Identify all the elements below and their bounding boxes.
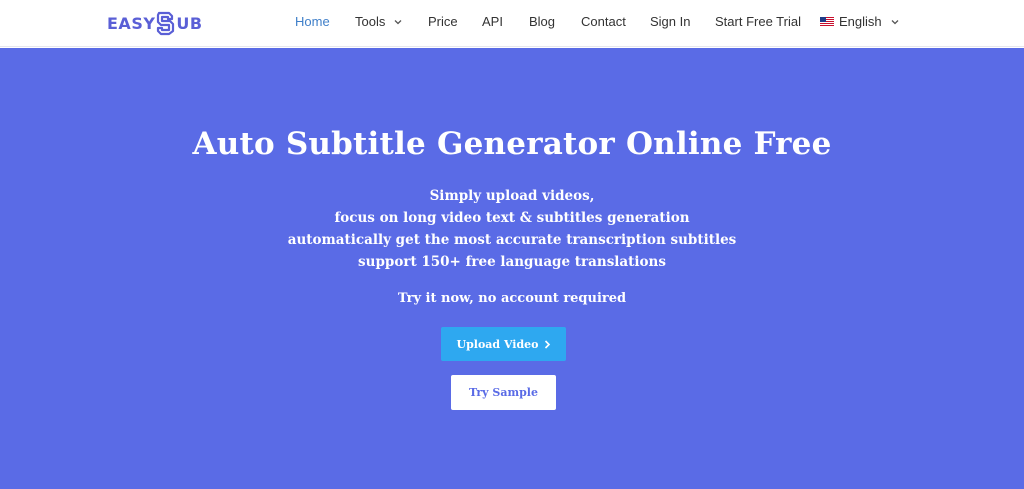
language-label: English — [839, 14, 882, 29]
nav-tools[interactable]: Tools — [355, 14, 403, 29]
nav-start-free-trial[interactable]: Start Free Trial — [715, 14, 801, 29]
nav-price-label: Price — [428, 14, 458, 29]
chevron-down-icon — [891, 19, 899, 24]
hero-description: Simply upload videos, focus on long vide… — [0, 185, 1024, 273]
language-selector[interactable]: English — [820, 14, 900, 29]
top-navbar: EASY UB Home Tools Price API Blog Contac… — [0, 0, 1024, 47]
nav-home-label: Home — [295, 14, 330, 29]
try-sample-label: Try Sample — [469, 386, 538, 399]
hero-line: automatically get the most accurate tran… — [287, 232, 737, 248]
hero-note: Try it now, no account required — [397, 291, 627, 306]
us-flag-icon — [820, 17, 834, 26]
main-nav: Home Tools Price API Blog Contact Sign I… — [0, 0, 1024, 46]
chevron-right-icon — [544, 339, 550, 349]
nav-start-free-trial-label: Start Free Trial — [715, 14, 801, 29]
nav-contact-label: Contact — [581, 14, 626, 29]
nav-contact[interactable]: Contact — [581, 14, 626, 29]
nav-home[interactable]: Home — [295, 14, 330, 29]
chevron-down-icon — [394, 19, 402, 24]
nav-blog[interactable]: Blog — [529, 14, 555, 29]
hero-section: Auto Subtitle Generator Online Free Simp… — [0, 48, 1024, 489]
hero-line: support 150+ free language translations — [358, 254, 666, 270]
hero-title: Auto Subtitle Generator Online Free — [192, 126, 832, 162]
nav-blog-label: Blog — [529, 14, 556, 29]
hero-line: focus on long video text & subtitles gen… — [334, 210, 690, 226]
upload-video-label: Upload Video — [456, 337, 539, 351]
nav-api[interactable]: API — [482, 14, 503, 29]
upload-video-button[interactable]: Upload Video — [441, 327, 566, 361]
try-sample-button[interactable]: Try Sample — [451, 375, 556, 410]
hero-line: Simply upload videos, — [429, 188, 595, 204]
nav-tools-label: Tools — [355, 14, 386, 29]
nav-price[interactable]: Price — [428, 14, 458, 29]
nav-sign-in-label: Sign In — [650, 14, 691, 29]
nav-sign-in[interactable]: Sign In — [650, 14, 690, 29]
nav-api-label: API — [482, 14, 503, 29]
